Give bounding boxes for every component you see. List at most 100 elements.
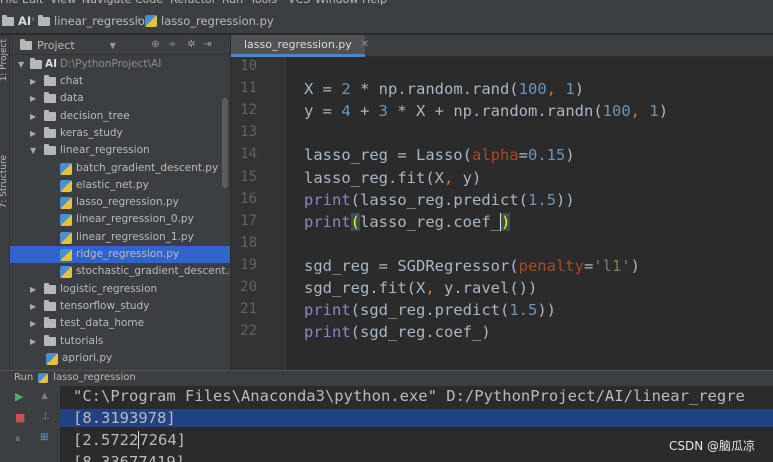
tree-folder[interactable]: ▶ data xyxy=(10,90,230,107)
folder-icon xyxy=(38,14,50,26)
python-file-icon xyxy=(145,15,157,27)
folder-icon xyxy=(44,144,56,156)
folder-icon xyxy=(44,75,56,86)
collapsed-arrow-icon[interactable]: ▶ xyxy=(30,125,36,142)
code-line: y = 4 + 3 * X + np.random.randn(100, 1) xyxy=(304,102,669,121)
line-number-gutter: 10 11 12 13 14 15 16 17 18 19 20 21 22 xyxy=(231,57,286,370)
collapsed-arrow-icon[interactable]: ▶ xyxy=(30,333,36,350)
folder-icon xyxy=(44,126,56,138)
hide-icon[interactable]: ⇥ xyxy=(202,39,213,50)
run-console[interactable]: "C:\Program Files\Anaconda3\python.exe" … xyxy=(60,386,773,462)
tree-item-label: elastic_net.py xyxy=(76,178,149,191)
folder-icon xyxy=(2,14,14,26)
tree-item-label: lasso_regression.py xyxy=(76,196,179,209)
line-number: 11 xyxy=(240,80,257,97)
python-file-icon xyxy=(60,231,72,244)
tree-item-label: apriori.py xyxy=(62,351,113,364)
project-view-selector[interactable]: Project ▼ xyxy=(20,39,116,52)
tree-item-label: data xyxy=(60,92,84,105)
tree-item-label: test_data_home xyxy=(60,317,145,330)
watermark: CSDN @脑瓜凉 xyxy=(668,439,755,453)
code-line: print(sgd_reg.coef_) xyxy=(304,323,491,342)
tree-item-label: tensorflow_study xyxy=(60,299,150,312)
tree-file[interactable]: lasso_regression.py xyxy=(10,194,230,211)
tree-root[interactable]: ▼ AI D:\PythonProject\AI xyxy=(10,56,230,73)
editor-tab-bar: lasso_regression.py ✕ xyxy=(231,35,773,57)
tree-item-label: linear_regression_0.py xyxy=(76,213,194,226)
run-config-name[interactable]: lasso_regression xyxy=(53,372,136,383)
tree-folder[interactable]: ▶ tutorials xyxy=(10,333,230,350)
line-number: 22 xyxy=(240,323,257,340)
tree-file[interactable]: linear_regression_1.py xyxy=(10,229,230,246)
collapsed-arrow-icon[interactable]: ▶ xyxy=(30,298,36,315)
navigation-bar: AI › linear_regression › lasso_regressio… xyxy=(0,6,773,34)
tree-folder[interactable]: ▶ chat xyxy=(10,73,230,90)
tree-item-label: decision_tree xyxy=(60,109,130,122)
scroll-down-icon[interactable]: ⊥ xyxy=(41,411,50,422)
collapse-icon[interactable]: ÷ xyxy=(167,39,178,50)
console-line: "C:\Program Files\Anaconda3\python.exe" … xyxy=(73,387,745,405)
folder-icon xyxy=(44,109,56,121)
tree-folder[interactable]: ▶ logistic_regression xyxy=(10,281,230,298)
tree-item-label: ridge_regression.py xyxy=(76,248,180,260)
breadcrumb-separator: › xyxy=(136,14,140,25)
rerun-icon[interactable]: ▶ xyxy=(15,390,23,403)
code-line: print(lasso_reg.predict(1.5)) xyxy=(304,190,575,209)
project-scrollbar[interactable] xyxy=(222,98,228,188)
target-icon[interactable]: ⊕ xyxy=(150,39,161,50)
line-number: 14 xyxy=(240,146,257,163)
console-line: [8.3193978] xyxy=(60,409,773,427)
run-label: Run xyxy=(14,372,34,383)
tree-folder[interactable]: ▼ linear_regression xyxy=(10,142,230,159)
tree-item-label: batch_gradient_descent.py xyxy=(76,161,219,174)
breadcrumb-project[interactable]: AI xyxy=(2,14,31,28)
close-icon[interactable]: ✕ xyxy=(361,39,369,50)
tree-file[interactable]: batch_gradient_descent.py xyxy=(10,160,230,177)
code-editor[interactable]: X = 2 * np.random.rand(100, 1) y = 4 + 3 … xyxy=(287,57,773,370)
collapsed-arrow-icon[interactable]: ▶ xyxy=(30,90,36,107)
tree-file[interactable]: linear_regression_0.py xyxy=(10,211,230,228)
line-number: 13 xyxy=(240,124,257,141)
python-file-icon xyxy=(60,162,72,175)
code-line: sgd_reg.fit(X, y.ravel()) xyxy=(304,279,538,297)
left-tool-strip: 1: Project 7: Structure xyxy=(0,35,10,370)
tree-folder[interactable]: ▶ test_data_home xyxy=(10,315,230,332)
line-number: 20 xyxy=(240,279,257,295)
stop-icon[interactable]: ■ xyxy=(15,411,25,424)
tree-item-label: linear_regression xyxy=(60,144,150,157)
scroll-up-icon[interactable]: ▲ xyxy=(41,391,48,401)
folder-icon xyxy=(44,282,56,294)
code-line: print(lasso_reg.coef_) xyxy=(304,212,511,231)
project-tool-tab[interactable]: 1: Project xyxy=(0,39,9,81)
tree-file[interactable]: elastic_net.py xyxy=(10,177,230,194)
project-panel-header: Project ▼ ⊕ ÷ ✲ ⇥ xyxy=(10,35,230,55)
collapsed-arrow-icon[interactable]: ▶ xyxy=(30,108,36,125)
tree-folder[interactable]: ▶ decision_tree xyxy=(10,108,230,125)
wrap-icon[interactable]: ⊞ xyxy=(40,432,48,443)
python-file-icon xyxy=(60,249,72,261)
tree-folder[interactable]: ▶ keras_study xyxy=(10,125,230,142)
line-number: 16 xyxy=(240,190,257,207)
python-file-icon xyxy=(60,214,72,227)
python-file-icon xyxy=(46,352,58,365)
tree-file[interactable]: ridge_regression.py xyxy=(10,246,230,263)
collapsed-arrow-icon[interactable]: ▶ xyxy=(30,73,36,90)
editor-tab-active[interactable]: lasso_regression.py ✕ xyxy=(231,35,369,57)
folder-icon xyxy=(44,299,56,311)
console-line: [2.57227264] xyxy=(73,431,186,449)
collapsed-arrow-icon[interactable]: ▶ xyxy=(30,315,36,332)
tree-folder[interactable]: ▶ tensorflow_study xyxy=(10,298,230,315)
tree-item-label: linear_regression_1.py xyxy=(76,230,194,243)
tree-item-label: stochastic_gradient_descent.py xyxy=(76,265,230,278)
gear-icon[interactable]: ✲ xyxy=(186,39,197,50)
collapsed-arrow-icon[interactable]: ▶ xyxy=(30,281,36,298)
expanded-arrow-icon[interactable]: ▼ xyxy=(30,142,36,159)
breadcrumb-file[interactable]: lasso_regression.py xyxy=(145,14,274,28)
run-panel-header: Run lasso_regression xyxy=(0,370,773,386)
tree-file[interactable]: stochastic_gradient_descent.py xyxy=(10,263,230,280)
pause-icon[interactable]: ⏸ xyxy=(15,432,21,446)
structure-tool-tab[interactable]: 7: Structure xyxy=(0,155,9,209)
python-file-icon xyxy=(38,372,49,383)
tree-file[interactable]: apriori.py xyxy=(10,350,230,367)
line-number: 12 xyxy=(240,102,257,119)
